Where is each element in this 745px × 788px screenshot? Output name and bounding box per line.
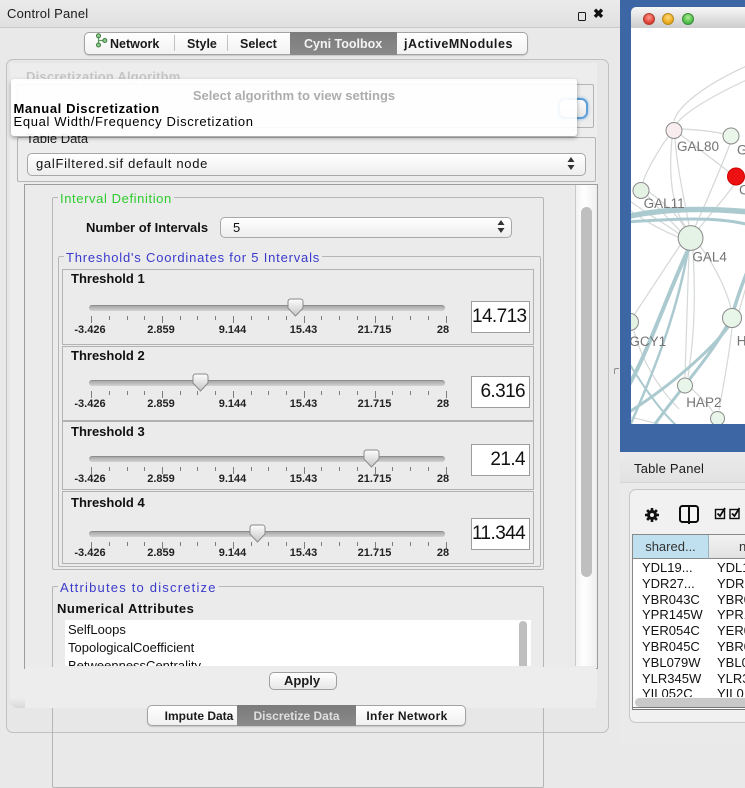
svg-text:GAL80: GAL80 <box>677 139 719 154</box>
svg-text:GAL4: GAL4 <box>692 250 727 265</box>
svg-text:HAP2: HAP2 <box>686 395 721 410</box>
svg-text:GAL11: GAL11 <box>644 196 685 211</box>
svg-text:GA: GA <box>737 143 745 158</box>
svg-text:H: H <box>737 334 745 349</box>
svg-text:GCY1: GCY1 <box>631 334 666 349</box>
svg-text:C: C <box>739 183 745 198</box>
